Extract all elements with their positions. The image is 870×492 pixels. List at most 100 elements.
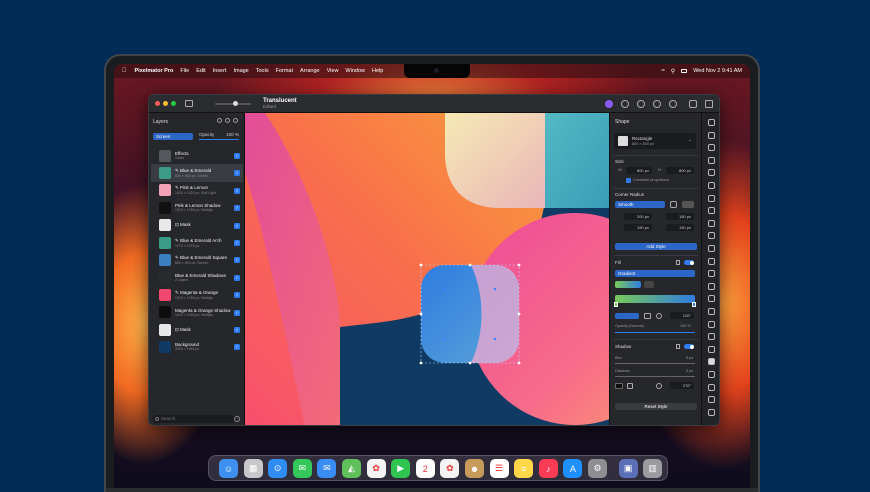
layout-tool-icon[interactable] (708, 408, 715, 416)
blur-value[interactable]: 5 px (686, 356, 693, 360)
ml-enhance-icon[interactable] (605, 100, 613, 108)
layer-row[interactable]: Background 3024 × 1964 px ✓ (151, 338, 243, 355)
help-tool-icon[interactable] (708, 371, 715, 378)
add-layer-icon[interactable] (217, 118, 222, 123)
style-tool-icon[interactable] (708, 131, 715, 139)
layer-visibility-checkbox[interactable]: ✓ (234, 344, 240, 351)
preview-icon[interactable]: ▣ (618, 459, 638, 478)
settings-tool-icon[interactable] (708, 358, 715, 366)
layer-visibility-checkbox[interactable]: ✓ (234, 292, 240, 299)
crop-tool-icon[interactable] (708, 169, 715, 177)
ml-tool-icon[interactable] (708, 345, 715, 353)
layer-row[interactable]: Effects Glass ✓ (151, 147, 243, 164)
layer-more-icon[interactable] (233, 118, 238, 123)
menu-app-name[interactable]: Pixelmator Pro (135, 68, 174, 74)
zoom-tool-icon[interactable] (708, 308, 715, 315)
layer-row[interactable]: Blue & Emerald Shadows 2 Layers ✓ (151, 269, 243, 286)
sidebar-toggle-icon[interactable] (185, 100, 193, 107)
layer-row[interactable]: ⊡ Mask ✓ (151, 321, 243, 338)
paint-tool-icon[interactable] (708, 194, 715, 202)
menu-tools[interactable]: Tools (256, 68, 269, 74)
layer-row[interactable]: ✎ Magenta & Orange 1024 × 1024 px, Multip… (151, 286, 243, 303)
gradient-angle-field[interactable]: 120° (670, 312, 694, 319)
music-icon[interactable]: ♪ (538, 459, 558, 478)
layer-row[interactable]: ✎ Blue & Emerald Arch 1074 × 1075 px ✓ (151, 234, 243, 251)
menu-view[interactable]: View (327, 68, 339, 74)
fill-tool-icon[interactable] (708, 245, 715, 252)
layer-opacity-value[interactable]: 100 % (226, 132, 239, 137)
sidebar-right-icon[interactable] (705, 100, 713, 108)
menu-insert[interactable]: Insert (213, 68, 227, 74)
launchpad-icon[interactable]: ▦ (243, 459, 263, 478)
search-icon[interactable]: ⚲ (671, 68, 675, 75)
layer-visibility-checkbox[interactable]: ✓ (234, 187, 240, 194)
menu-image[interactable]: Image (233, 68, 248, 74)
corner-radius-br[interactable]: 150 px (666, 224, 694, 231)
constrain-checkbox[interactable] (626, 178, 631, 183)
menu-arrange[interactable]: Arrange (300, 68, 320, 74)
ellipsis-tool-icon[interactable] (708, 396, 715, 404)
zoom-slider-knob[interactable] (233, 101, 238, 106)
apple-icon[interactable]:  (122, 68, 127, 74)
mail-icon[interactable]: ✉ (317, 459, 337, 478)
corner-mode-select[interactable]: Smooth (615, 201, 665, 208)
reset-style-button[interactable]: Reset Style (615, 403, 697, 410)
wifi-icon[interactable]: ≈ (661, 68, 664, 74)
layer-row[interactable]: ✎ Blue & Emerald Square 800 × 800 px, Scr… (151, 251, 243, 268)
sharpen-tool-icon[interactable] (708, 333, 715, 341)
app-store-icon[interactable]: A (563, 459, 583, 478)
fill-delete-icon[interactable] (676, 260, 680, 265)
menu-help[interactable]: Help (372, 68, 383, 74)
erase-tool-icon[interactable] (708, 207, 715, 215)
type-tool-icon[interactable] (708, 295, 715, 303)
contacts-icon[interactable]: ☻ (465, 459, 484, 478)
system-settings-icon[interactable]: ⚙ (588, 459, 607, 478)
gradient-reverse-icon[interactable] (644, 313, 651, 319)
layer-opacity-slider[interactable] (199, 139, 239, 140)
width-field[interactable]: 800 px (626, 167, 652, 174)
blend-mode-select[interactable]: Screen (153, 133, 193, 140)
arrange-tool-icon[interactable] (708, 119, 715, 126)
facetime-icon[interactable]: ▶ (391, 459, 411, 478)
extras-tool-icon[interactable] (708, 383, 715, 391)
layer-visibility-checkbox[interactable]: ✓ (234, 326, 240, 333)
gradient-type-buttons[interactable] (615, 313, 639, 319)
layer-visibility-checkbox[interactable]: ✓ (234, 170, 240, 177)
layer-row[interactable]: Magenta & Orange Shadow 1024 × 1024 px, M… (151, 304, 243, 321)
layer-visibility-checkbox[interactable]: ✓ (234, 205, 240, 212)
gradient-angle-dial[interactable] (656, 313, 662, 319)
photos-icon[interactable]: ✿ (366, 459, 386, 478)
distance-value[interactable]: 5 px (686, 369, 693, 373)
history-icon[interactable] (653, 100, 661, 108)
trash-icon[interactable]: ▥ (643, 459, 663, 478)
pixelmator-icon[interactable]: ✿ (440, 459, 460, 478)
layer-visibility-checkbox[interactable]: ✓ (234, 309, 240, 316)
zoom-slider[interactable] (215, 101, 251, 106)
layer-row[interactable]: ⊡ Mask ✓ (151, 217, 243, 234)
minimize-window-button[interactable] (163, 101, 168, 106)
zoom-window-button[interactable] (171, 101, 176, 106)
layers-gear-icon[interactable] (234, 416, 240, 422)
retouch-tool-icon[interactable] (708, 219, 715, 227)
gradient-preset-menu[interactable] (644, 281, 654, 288)
shadow-angle-field[interactable]: 270° (670, 382, 694, 389)
menu-file[interactable]: File (180, 68, 189, 74)
layer-row[interactable]: ✎ Blue & Emerald 800 × 800 px, Screen ✓ (151, 164, 243, 182)
menu-datetime[interactable]: Wed Nov 2 9:41 AM (693, 68, 742, 74)
layer-visibility-checkbox[interactable]: ✓ (234, 153, 240, 159)
add-icon[interactable] (621, 100, 629, 108)
layer-visibility-checkbox[interactable]: ✓ (234, 274, 240, 281)
fill-toggle[interactable] (684, 260, 694, 265)
distance-slider[interactable] (615, 376, 695, 377)
eyedropper-icon[interactable] (627, 383, 633, 389)
calendar-icon[interactable]: 2 (415, 459, 435, 478)
gradient-stop-left[interactable] (614, 302, 618, 307)
blur-slider[interactable] (615, 363, 695, 364)
messages-icon[interactable]: ✉ (292, 459, 312, 478)
gradient-bar[interactable] (615, 295, 695, 303)
shadow-delete-icon[interactable] (676, 344, 680, 349)
layer-options-icon[interactable] (225, 118, 230, 123)
shape-tool-icon[interactable] (708, 270, 715, 278)
gradient-tool-icon[interactable] (708, 257, 715, 265)
shadow-toggle[interactable] (684, 344, 694, 349)
